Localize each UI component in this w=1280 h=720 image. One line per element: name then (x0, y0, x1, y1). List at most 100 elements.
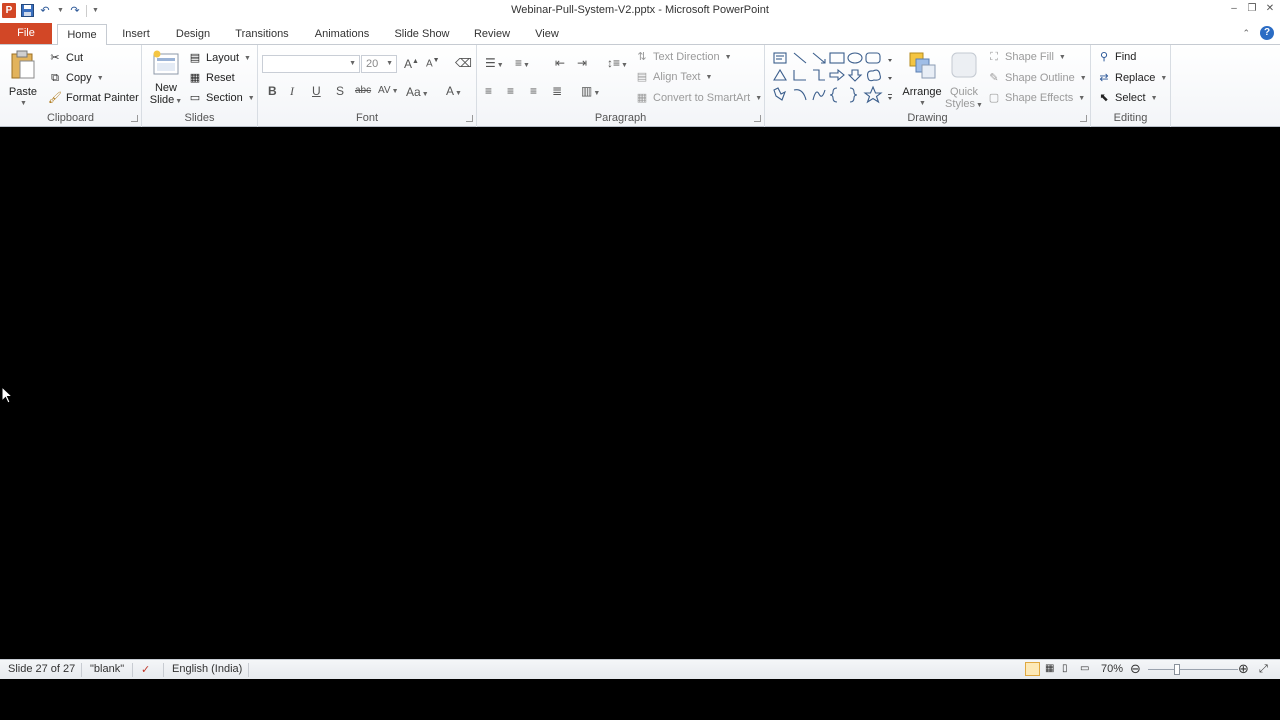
arrange-icon (909, 52, 936, 79)
drawing-group-label: Drawing (907, 112, 948, 124)
new-slide-button[interactable]: New Slide▼ (148, 50, 184, 108)
align-left-icon[interactable]: ≡ (485, 84, 492, 98)
select-button[interactable]: ⬉ Select ▼ (1097, 91, 1157, 105)
copy-button[interactable]: ⧉ Copy ▼ (48, 71, 104, 85)
bold-icon[interactable]: B (268, 84, 277, 98)
tab-file[interactable]: File (0, 23, 52, 44)
tab-insert[interactable]: Insert (114, 24, 158, 45)
slide-show-view-icon[interactable]: ▭ (1080, 663, 1089, 674)
layout-button[interactable]: ▤ Layout ▼ (188, 51, 251, 65)
tab-slide-show[interactable]: Slide Show (388, 24, 456, 45)
line-spacing-icon[interactable]: ↕≡▼ (607, 56, 628, 70)
grow-font-icon[interactable]: A▲ (404, 57, 419, 71)
normal-view-icon[interactable] (1025, 662, 1040, 676)
decrease-indent-icon[interactable]: ⇤ (555, 56, 565, 70)
slide-editing-area[interactable] (0, 128, 1280, 659)
editing-group-label: Editing (1113, 112, 1148, 124)
align-right-icon[interactable]: ≡ (530, 84, 537, 98)
text-direction-icon: ⇅ (637, 51, 647, 63)
shrink-font-icon[interactable]: A▼ (426, 57, 440, 69)
tab-transitions[interactable]: Transitions (228, 24, 296, 45)
reset-button[interactable]: ▦ Reset (188, 71, 235, 85)
screen-below-window (0, 679, 1280, 720)
convert-smartart-button[interactable]: ▦ Convert to SmartArt ▼ (635, 91, 762, 105)
restore-icon[interactable]: ❐ (1246, 3, 1258, 15)
paint-bucket-icon: ⛶ (990, 51, 998, 63)
format-painter-button[interactable]: 🖌 Format Painter (48, 91, 139, 105)
tab-view[interactable]: View (528, 24, 566, 45)
theme-name[interactable]: "blank" (90, 663, 124, 675)
font-size-combobox[interactable]: 20 ▼ (361, 55, 397, 73)
window-title: Webinar-Pull-System-V2.pptx - Microsoft … (511, 4, 769, 16)
zoom-slider-track[interactable] (1148, 669, 1238, 670)
editing-group: ⚲ Find ⇄ Replace ▼ ⬉ Select ▼ Editing (1091, 45, 1171, 127)
font-group-label: Font (355, 112, 378, 124)
increase-indent-icon[interactable]: ⇥ (577, 56, 587, 70)
paste-button[interactable]: Paste ▼ (6, 50, 40, 110)
pencil-icon: ✎ (989, 72, 999, 84)
reset-icon: ▦ (189, 72, 201, 84)
paragraph-launcher-icon[interactable] (754, 115, 761, 122)
quick-styles-button[interactable]: Quick Styles▼ (943, 50, 985, 112)
clipboard-launcher-icon[interactable] (131, 115, 138, 122)
tab-home[interactable]: Home (57, 24, 107, 46)
columns-icon[interactable]: ▥▼ (581, 84, 600, 98)
font-name-combobox[interactable]: ▼ (262, 55, 360, 73)
font-color-icon[interactable]: A▼ (446, 84, 462, 98)
shape-fill-button[interactable]: ⛶ Shape Fill ▼ (987, 50, 1066, 64)
close-icon[interactable]: ✕ (1264, 3, 1276, 15)
zoom-out-icon[interactable]: ⊖ (1130, 661, 1141, 677)
zoom-in-icon[interactable]: ⊕ (1238, 661, 1249, 677)
section-icon: ▭ (189, 92, 201, 104)
zoom-level[interactable]: 70% (1101, 663, 1123, 675)
tab-design[interactable]: Design (168, 24, 218, 45)
shape-outline-button[interactable]: ✎ Shape Outline ▼ (987, 71, 1086, 85)
spell-check-icon[interactable]: ✓ (141, 663, 150, 676)
ribbon-home: Paste ▼ ✂ Cut ⧉ Copy ▼ 🖌 Format Painter Clip… (0, 45, 1280, 127)
cut-button[interactable]: ✂ Cut (48, 51, 83, 65)
align-text-icon: ▤ (636, 71, 648, 83)
reading-view-icon[interactable]: ▯ (1062, 663, 1068, 674)
clipboard-group-label: Clipboard (46, 112, 95, 124)
underline-icon[interactable]: U (312, 84, 321, 98)
select-cursor-icon: ⬉ (1099, 92, 1109, 104)
arrange-button[interactable]: Arrange ▼ (901, 50, 943, 110)
numbering-icon[interactable]: ≡▼ (515, 56, 530, 70)
zoom-slider-thumb[interactable] (1174, 664, 1180, 675)
paragraph-group: ☰▼ ≡▼ ⇤ ⇥ ↕≡▼ ≡ ≡ ≡ ≣ ▥▼ ⇅ Text Direction… (477, 45, 765, 127)
smartart-icon: ▦ (636, 92, 648, 104)
strikethrough-icon[interactable]: abc (355, 85, 371, 96)
justify-icon[interactable]: ≣ (552, 84, 562, 98)
find-button[interactable]: ⚲ Find (1097, 50, 1136, 64)
text-direction-button[interactable]: ⇅ Text Direction ▼ (635, 50, 731, 64)
minimize-icon[interactable]: – (1228, 3, 1240, 15)
character-spacing-icon[interactable]: AV▼ (378, 85, 399, 96)
paste-icon (11, 50, 35, 79)
new-slide-icon (153, 50, 179, 75)
fit-to-window-icon[interactable]: ⤢ (1259, 663, 1268, 676)
tab-review[interactable]: Review (466, 24, 518, 45)
drawing-launcher-icon[interactable] (1080, 115, 1087, 122)
replace-button[interactable]: ⇄ Replace ▼ (1097, 71, 1167, 85)
language-indicator[interactable]: English (India) (172, 663, 242, 675)
status-bar: Slide 27 of 27 "blank" ✓ English (India)… (0, 659, 1280, 679)
help-icon[interactable]: ? (1260, 26, 1274, 40)
align-center-icon[interactable]: ≡ (507, 84, 514, 98)
clear-formatting-icon[interactable]: ⌫ (455, 56, 472, 70)
binoculars-icon: ⚲ (1099, 51, 1109, 63)
text-shadow-icon[interactable]: S (336, 84, 344, 98)
change-case-icon[interactable]: Aa▼ (406, 85, 429, 99)
italic-icon[interactable]: I (290, 84, 294, 99)
paintbrush-icon: 🖌 (48, 92, 62, 104)
slides-group-label: Slides (184, 112, 215, 124)
section-button[interactable]: ▭ Section ▼ (188, 91, 255, 105)
tab-animations[interactable]: Animations (306, 24, 378, 45)
align-text-button[interactable]: ▤ Align Text ▼ (635, 70, 713, 84)
shape-effects-button[interactable]: ▢ Shape Effects ▼ (987, 91, 1085, 105)
bullets-icon[interactable]: ☰▼ (485, 56, 504, 70)
shapes-gallery[interactable] (771, 50, 895, 106)
minimize-ribbon-icon[interactable]: ⌃ (1242, 28, 1250, 39)
slide-sorter-view-icon[interactable]: ▦ (1045, 663, 1054, 674)
font-launcher-icon[interactable] (466, 115, 473, 122)
copy-icon: ⧉ (51, 72, 59, 84)
